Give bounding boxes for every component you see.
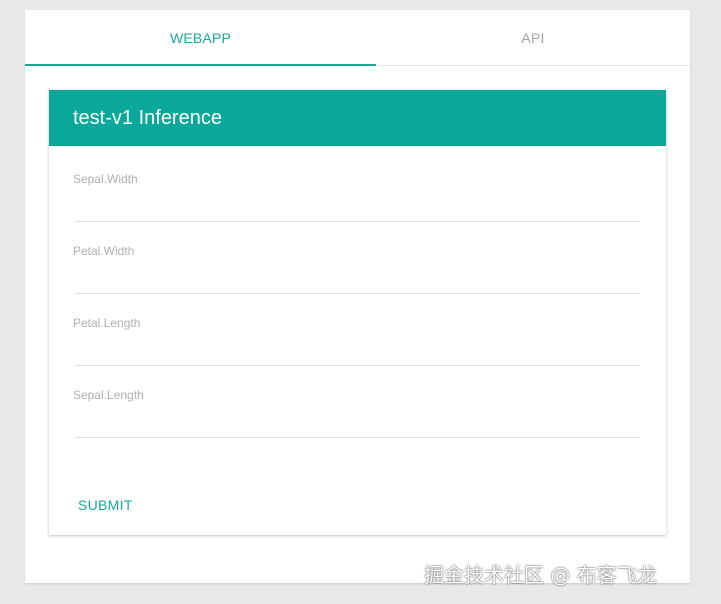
tab-api[interactable]: API	[376, 10, 690, 65]
field-underline	[75, 365, 640, 366]
active-tab-indicator	[25, 64, 376, 66]
field-petal-length: Petal.Length	[73, 316, 640, 366]
field-underline	[75, 221, 640, 222]
field-underline	[75, 293, 640, 294]
field-sepal-length: Sepal.Length	[73, 388, 640, 438]
sepal-width-input[interactable]	[73, 196, 640, 220]
main-panel: WEBAPP API test-v1 Inference Sepal.Width…	[25, 10, 690, 583]
sepal-length-input[interactable]	[73, 412, 640, 436]
card-title: test-v1 Inference	[49, 90, 666, 146]
field-label: Sepal.Width	[73, 172, 138, 186]
tab-webapp[interactable]: WEBAPP	[25, 10, 376, 65]
petal-length-input[interactable]	[73, 340, 640, 364]
field-label: Petal.Length	[73, 316, 141, 330]
tab-bar: WEBAPP API	[25, 10, 690, 66]
field-petal-width: Petal.Width	[73, 244, 640, 294]
field-label: Sepal.Length	[73, 388, 144, 402]
inference-card: test-v1 Inference Sepal.Width Petal.Widt…	[49, 90, 666, 535]
field-label: Petal.Width	[73, 244, 135, 258]
watermark-text: 掘金技术社区 @ 布客飞龙	[424, 563, 657, 587]
field-sepal-width: Sepal.Width	[73, 172, 640, 222]
field-underline	[75, 437, 640, 438]
submit-button[interactable]: SUBMIT	[70, 488, 141, 522]
petal-width-input[interactable]	[73, 268, 640, 292]
